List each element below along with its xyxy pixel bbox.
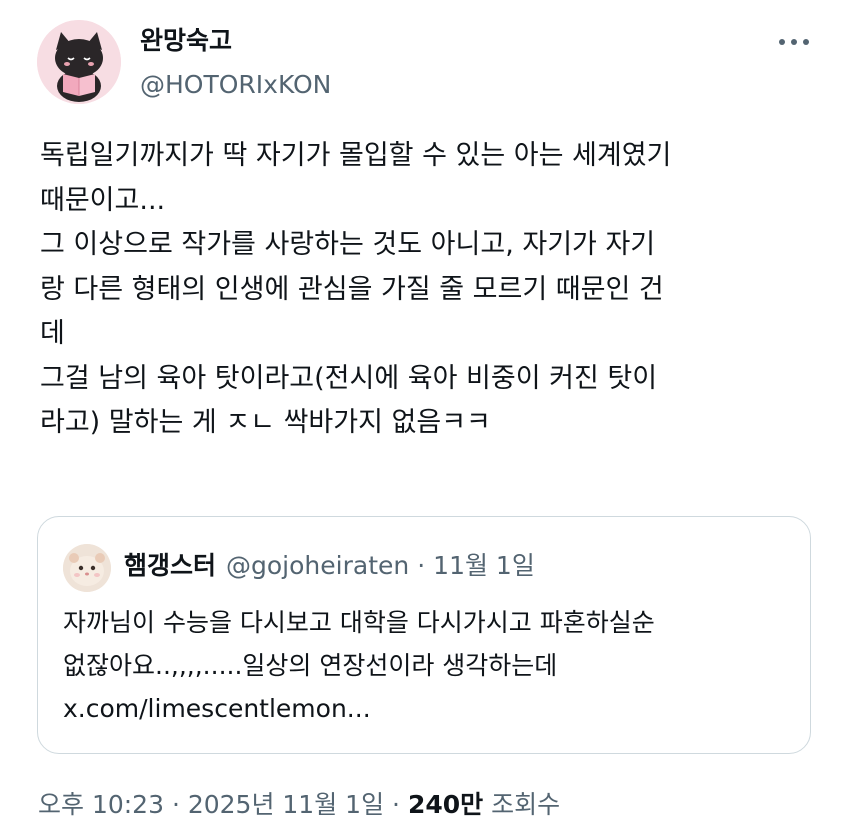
post-text: 독립일기까지가 딱 자기가 몰입할 수 있는 아는 세계였기 때문이고... 그… — [40, 140, 672, 438]
post-timestamp[interactable]: 오후 10:23 · 2025년 11월 1일 — [38, 790, 384, 819]
post-page: 완망숙고 @HOTORIxKON 독립일기까지가 딱 자기가 몰입할 수 있는 … — [0, 0, 850, 831]
more-button[interactable] — [772, 26, 816, 58]
hamster-avatar-icon — [63, 544, 111, 592]
post-meta: 오후 10:23 · 2025년 11월 1일 · 240만 조회수 — [38, 790, 560, 820]
quote-text: 자까님이 수능을 다시보고 대학을 다시가시고 파혼하실순 없잖아요..,,,,… — [63, 608, 655, 723]
meta-separator: · — [392, 790, 400, 819]
quote-separator: · — [417, 551, 426, 580]
quote-date: 11월 1일 — [433, 551, 535, 580]
quoted-post-card[interactable]: 햄갱스터 @gojoheiraten · 11월 1일 자까님이 수능을 다시보고 대… — [37, 516, 811, 754]
views-label: 조회수 — [491, 790, 561, 819]
views-count: 240만 — [407, 790, 484, 819]
quote-author-avatar — [63, 544, 111, 592]
author-avatar[interactable] — [37, 20, 121, 104]
author-display-name[interactable]: 완망숙고 — [140, 26, 232, 56]
more-dots-icon — [779, 39, 809, 45]
black-cat-reading-book-avatar-icon — [37, 20, 121, 104]
quote-header: 햄갱스터 @gojoheiraten · 11월 1일 — [124, 551, 535, 581]
quote-author-name: 햄갱스터 — [124, 551, 217, 580]
author-handle[interactable]: @HOTORIxKON — [140, 70, 331, 100]
quote-author-handle: @gojoheiraten — [226, 551, 410, 580]
